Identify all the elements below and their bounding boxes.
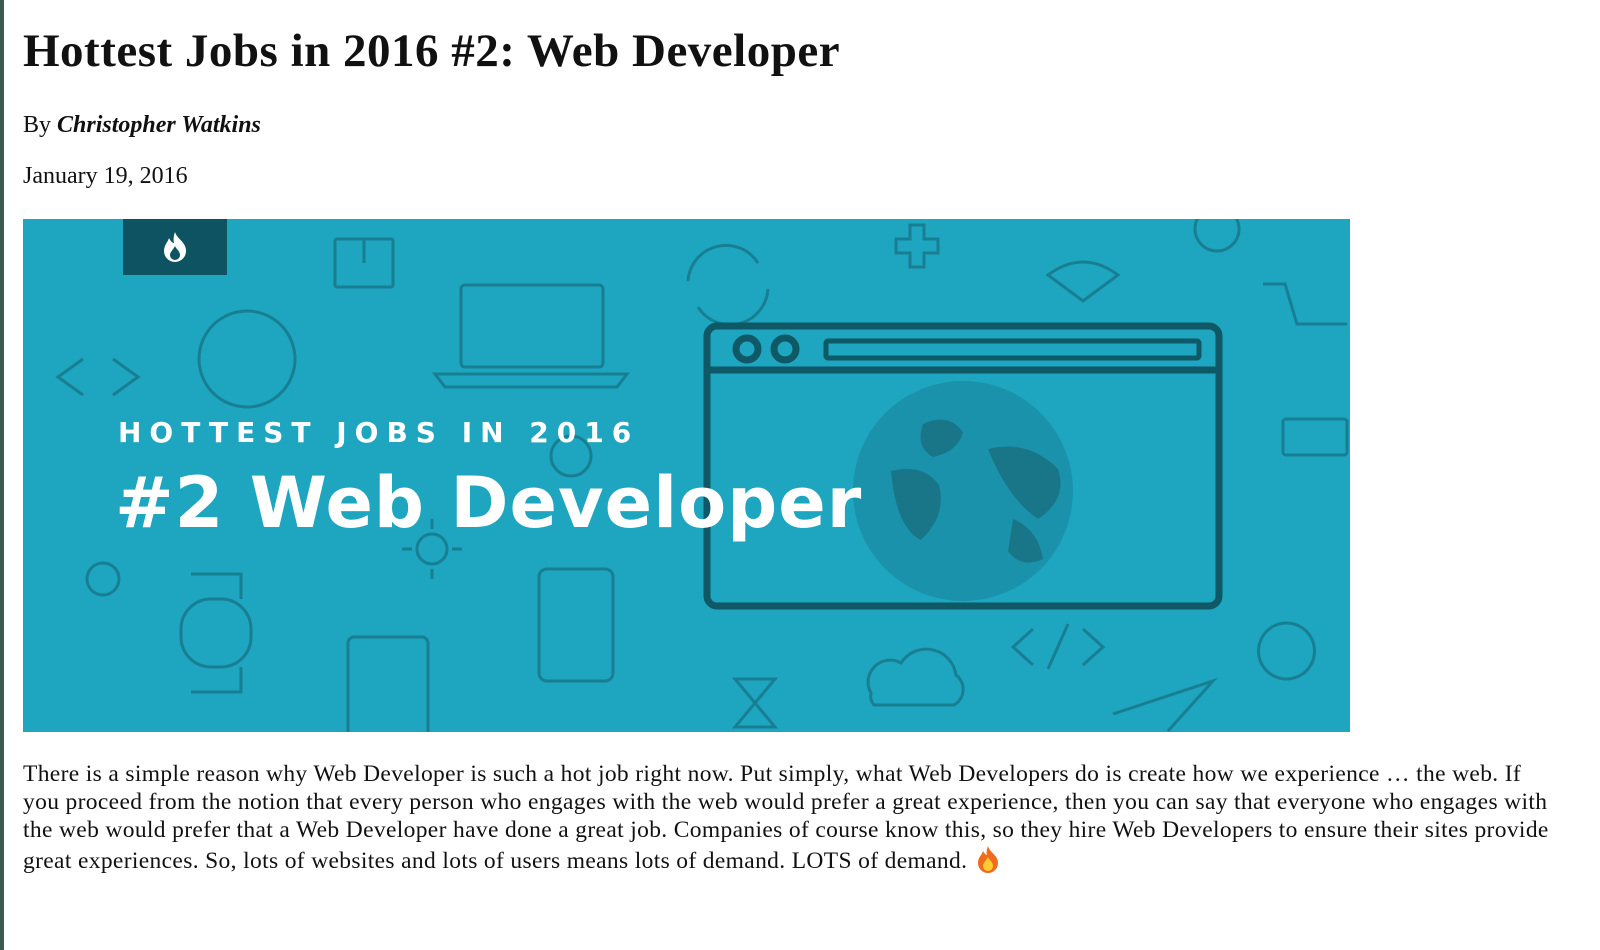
refresh-icon bbox=[686, 243, 760, 282]
flame-icon bbox=[164, 232, 186, 262]
fire-emoji-icon bbox=[973, 844, 1003, 881]
byline-prefix: By bbox=[23, 112, 52, 138]
hero-badge bbox=[123, 219, 227, 275]
hero-headline: #2 Web Developer bbox=[115, 462, 863, 544]
article-title: Hottest Jobs in 2016 #2: Web Developer bbox=[23, 25, 841, 77]
author-name[interactable]: Christopher Watkins bbox=[57, 112, 261, 138]
dot-icon bbox=[85, 561, 121, 597]
paper-plane-icon bbox=[1112, 677, 1218, 732]
wifi-icon bbox=[1045, 260, 1121, 303]
code-tag-icon bbox=[1010, 623, 1106, 670]
github-icon bbox=[197, 309, 297, 409]
cloud-upload-icon bbox=[866, 647, 965, 707]
circle-icon bbox=[1193, 219, 1241, 253]
globe-icon bbox=[853, 381, 1073, 601]
phone-icon bbox=[537, 567, 615, 683]
laptop-icon bbox=[459, 283, 605, 369]
monitor-icon bbox=[1281, 417, 1349, 457]
page-left-border bbox=[0, 0, 4, 950]
hero-kicker: HOTTEST JOBS IN 2016 bbox=[118, 416, 640, 449]
hero-image: HOTTEST JOBS IN 2016 #2 Web Developer bbox=[23, 219, 1350, 732]
plus-icon bbox=[894, 223, 940, 269]
hourglass-icon bbox=[731, 677, 779, 729]
article-body-text: There is a simple reason why Web Develop… bbox=[23, 761, 1549, 874]
code-brackets-icon bbox=[55, 357, 141, 397]
watch-icon bbox=[179, 597, 253, 669]
article-body: There is a simple reason why Web Develop… bbox=[23, 760, 1563, 881]
map-pin-icon bbox=[1257, 621, 1316, 681]
tablet-icon bbox=[346, 635, 430, 732]
publish-date: January 19, 2016 bbox=[23, 163, 188, 189]
byline: By Christopher Watkins bbox=[23, 112, 261, 139]
cart-icon bbox=[1263, 282, 1347, 326]
